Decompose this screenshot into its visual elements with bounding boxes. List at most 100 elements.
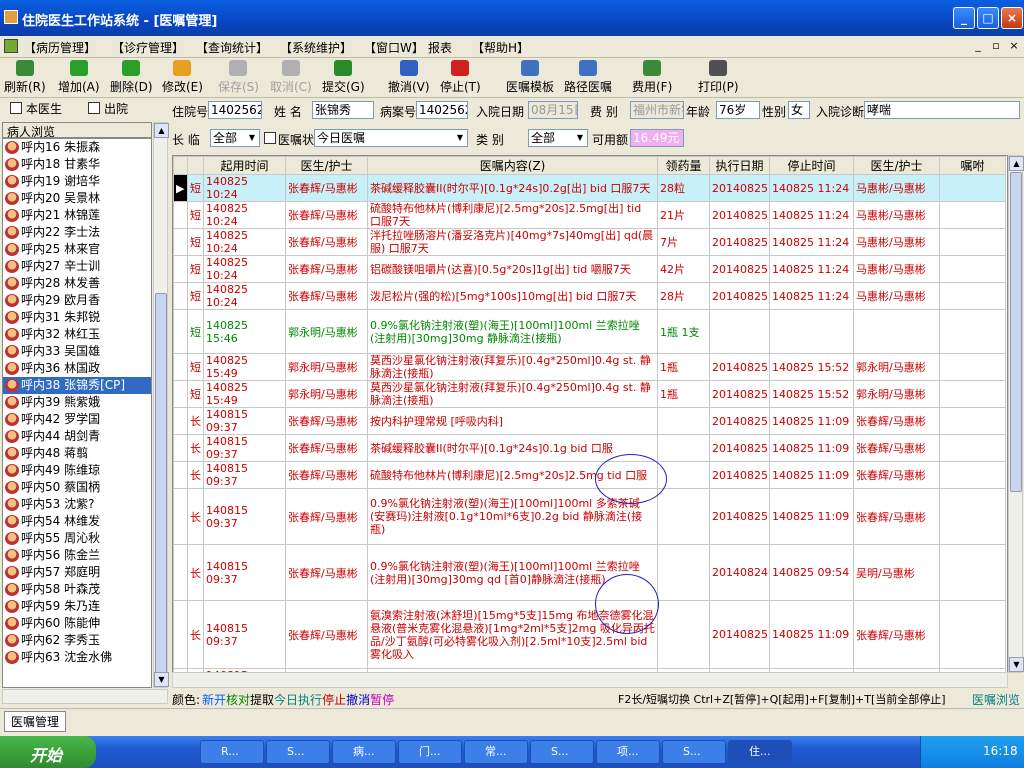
row-indicator[interactable]: ▶ bbox=[173, 174, 188, 202]
list-item[interactable]: 呼内56 陈金兰 bbox=[3, 547, 151, 564]
record-no-field[interactable]: 1402562 bbox=[416, 101, 468, 119]
column-header[interactable]: 停止时间 bbox=[769, 156, 854, 175]
list-item[interactable]: 呼内29 欧月香 bbox=[3, 292, 151, 309]
toolbar-button-1[interactable]: 增加(A) bbox=[58, 60, 100, 95]
table-row[interactable]: ▶ 短 140825 10:24 张春辉/马惠彬 茶碱缓释胶囊II(时尔平)[0.1g*… bbox=[173, 174, 1006, 202]
list-item[interactable]: 呼内59 朱乃连 bbox=[3, 598, 151, 615]
close-button[interactable]: × bbox=[1001, 7, 1023, 29]
row-indicator[interactable] bbox=[173, 255, 188, 283]
toolbar-button-11[interactable]: 费用(F) bbox=[632, 60, 672, 95]
menu-diagnosis[interactable]: 【诊疗管理】 bbox=[112, 39, 184, 56]
list-item[interactable]: 呼内53 沈紫? bbox=[3, 496, 151, 513]
column-header[interactable]: 领药量 bbox=[657, 156, 710, 175]
term-select[interactable]: 全部 ▼ bbox=[210, 129, 260, 147]
minimize-button[interactable]: _ bbox=[953, 7, 975, 29]
name-field[interactable]: 张锦秀 bbox=[312, 101, 374, 119]
list-item[interactable]: 呼内16 朱振森 bbox=[3, 139, 151, 156]
row-indicator[interactable] bbox=[173, 434, 188, 462]
table-row[interactable]: 短 140825 15:49 郭永明/马惠彬 莫西沙星氯化钠注射液(拜复乐)[0.4g… bbox=[173, 380, 1006, 408]
menu-system[interactable]: 【系统维护】 bbox=[280, 39, 352, 56]
diagnosis-field[interactable]: 哮喘 bbox=[864, 101, 1020, 119]
list-item[interactable]: 呼内58 叶森茂 bbox=[3, 581, 151, 598]
sex-field[interactable]: 女 bbox=[788, 101, 810, 119]
list-item[interactable]: 呼内54 林维发 bbox=[3, 513, 151, 530]
toolbar-button-8[interactable]: 停止(T) bbox=[440, 60, 481, 95]
list-item[interactable]: 呼内63 沈金水佛 bbox=[3, 649, 151, 666]
list-item[interactable]: 呼内33 吴国雄 bbox=[3, 343, 151, 360]
list-item[interactable]: 呼内31 朱邦锐 bbox=[3, 309, 151, 326]
list-item[interactable]: 呼内36 林国政 bbox=[3, 360, 151, 377]
own-doctor-checkbox[interactable] bbox=[10, 102, 22, 114]
table-scrollbar[interactable]: ▲ ▼ bbox=[1008, 155, 1024, 673]
scroll-up-button[interactable]: ▲ bbox=[1009, 156, 1024, 171]
table-row[interactable]: 长 140815 09:37 张春辉/马惠彬 氨溴索注射液(沐舒坦)[15mg*5支]… bbox=[173, 600, 1006, 669]
list-item[interactable]: 呼内22 李士法 bbox=[3, 224, 151, 241]
menu-record[interactable]: 【病历管理】 bbox=[24, 39, 96, 56]
scroll-down-button[interactable]: ▼ bbox=[1009, 657, 1024, 672]
taskbar-button[interactable]: 病... bbox=[332, 740, 396, 764]
scroll-up-button[interactable]: ▲ bbox=[154, 123, 169, 138]
table-row[interactable]: 短 140825 15:49 郭永明/马惠彬 莫西沙星氯化钠注射液(拜复乐)[0.4g… bbox=[173, 353, 1006, 381]
discharged-checkbox[interactable] bbox=[88, 102, 100, 114]
mdi-restore-button[interactable]: ▫ bbox=[988, 39, 1004, 53]
list-item[interactable]: 呼内55 周沁秋 bbox=[3, 530, 151, 547]
list-item[interactable]: 呼内27 辛士训 bbox=[3, 258, 151, 275]
table-row[interactable]: 短 140825 10:24 张春辉/马惠彬 铝碳酸镁咀嚼片(达喜)[0.5g*20s… bbox=[173, 255, 1006, 283]
row-indicator[interactable] bbox=[173, 353, 188, 381]
admission-no-field[interactable]: 1402562 bbox=[208, 101, 262, 119]
toolbar-button-2[interactable]: 删除(D) bbox=[110, 60, 153, 95]
list-item[interactable]: 呼内48 蒋翦 bbox=[3, 445, 151, 462]
table-row[interactable]: 短 140825 10:24 张春辉/马惠彬 泼尼松片(强的松)[5mg*100s]1… bbox=[173, 282, 1006, 310]
list-item[interactable]: 呼内39 熊紫娥 bbox=[3, 394, 151, 411]
table-row[interactable]: 长 140815 09:37 张春辉/马惠彬 按内科护理常规 [呼吸内科] 201408… bbox=[173, 407, 1006, 435]
row-indicator[interactable] bbox=[173, 461, 188, 489]
taskbar-button[interactable]: 住... bbox=[728, 740, 792, 764]
table-row[interactable]: 长 140815 09:37 张春辉/马惠彬 茶碱缓释胶囊II(时尔平)[0.1g*2… bbox=[173, 434, 1006, 462]
column-header[interactable] bbox=[173, 156, 188, 175]
scroll-down-button[interactable]: ▼ bbox=[154, 672, 169, 687]
start-button[interactable]: 开始 bbox=[0, 736, 96, 768]
column-header[interactable]: 医生/护士 bbox=[853, 156, 940, 175]
browse-link[interactable]: 医嘱浏览 bbox=[972, 691, 1020, 708]
list-item[interactable]: 呼内50 蔡国柄 bbox=[3, 479, 151, 496]
toolbar-button-12[interactable]: 打印(P) bbox=[698, 60, 739, 95]
list-item[interactable]: 呼内42 罗学国 bbox=[3, 411, 151, 428]
column-header[interactable]: 医嘱内容(Z) bbox=[367, 156, 658, 175]
patient-list-scrollbar[interactable]: ▲ ▼ bbox=[153, 122, 169, 688]
table-row[interactable]: 长 140815 09:37 张春辉/马惠彬 0.9%氯化钠注射液(塑)(海王)[10… bbox=[173, 544, 1006, 601]
taskbar-button[interactable]: 项... bbox=[596, 740, 660, 764]
list-item[interactable]: 呼内18 甘素华 bbox=[3, 156, 151, 173]
table-hscroll[interactable] bbox=[172, 672, 1008, 688]
toolbar-button-3[interactable]: 修改(E) bbox=[162, 60, 203, 95]
row-indicator[interactable] bbox=[173, 407, 188, 435]
age-field[interactable]: 76岁 bbox=[716, 101, 760, 119]
taskbar-button[interactable]: 门... bbox=[398, 740, 462, 764]
table-row[interactable]: 长 140815 09:37 张春辉/马惠彬 0.9%氯化钠注射液(塑)(海王)[10… bbox=[173, 488, 1006, 545]
patient-list-hscroll[interactable] bbox=[2, 689, 168, 704]
type-select[interactable]: 全部 ▼ bbox=[528, 129, 588, 147]
list-item[interactable]: 呼内38 张锦秀[CP] bbox=[3, 377, 151, 394]
taskbar-button[interactable]: S... bbox=[662, 740, 726, 764]
list-item[interactable]: 呼内28 林发善 bbox=[3, 275, 151, 292]
column-header[interactable]: 起用时间 bbox=[203, 156, 286, 175]
menu-query[interactable]: 【查询统计】 bbox=[196, 39, 268, 56]
toolbar-button-7[interactable]: 撤消(V) bbox=[388, 60, 430, 95]
toolbar-button-0[interactable]: 刷新(R) bbox=[4, 60, 46, 95]
row-indicator[interactable] bbox=[173, 380, 188, 408]
row-indicator[interactable] bbox=[173, 544, 188, 601]
maximize-button[interactable]: □ bbox=[977, 7, 999, 29]
column-header[interactable] bbox=[187, 156, 204, 175]
column-header[interactable]: 医生/护士 bbox=[285, 156, 368, 175]
toolbar-button-10[interactable]: 路径医嘱 bbox=[564, 60, 612, 95]
row-indicator[interactable] bbox=[173, 600, 188, 669]
row-indicator[interactable] bbox=[173, 309, 188, 354]
status-select[interactable]: 今日医嘱 ▼ bbox=[314, 129, 468, 147]
taskbar-button[interactable]: 常... bbox=[464, 740, 528, 764]
taskbar-button[interactable]: R... bbox=[200, 740, 264, 764]
column-header[interactable]: 执行日期 bbox=[709, 156, 770, 175]
table-row[interactable]: 短 140825 15:46 郭永明/马惠彬 0.9%氯化钠注射液(塑)(海王)[10… bbox=[173, 309, 1006, 354]
list-item[interactable]: 呼内21 林锦莲 bbox=[3, 207, 151, 224]
menu-report[interactable]: 报表 bbox=[428, 39, 452, 56]
list-item[interactable]: 呼内44 胡剑青 bbox=[3, 428, 151, 445]
scroll-thumb[interactable] bbox=[1010, 172, 1022, 492]
